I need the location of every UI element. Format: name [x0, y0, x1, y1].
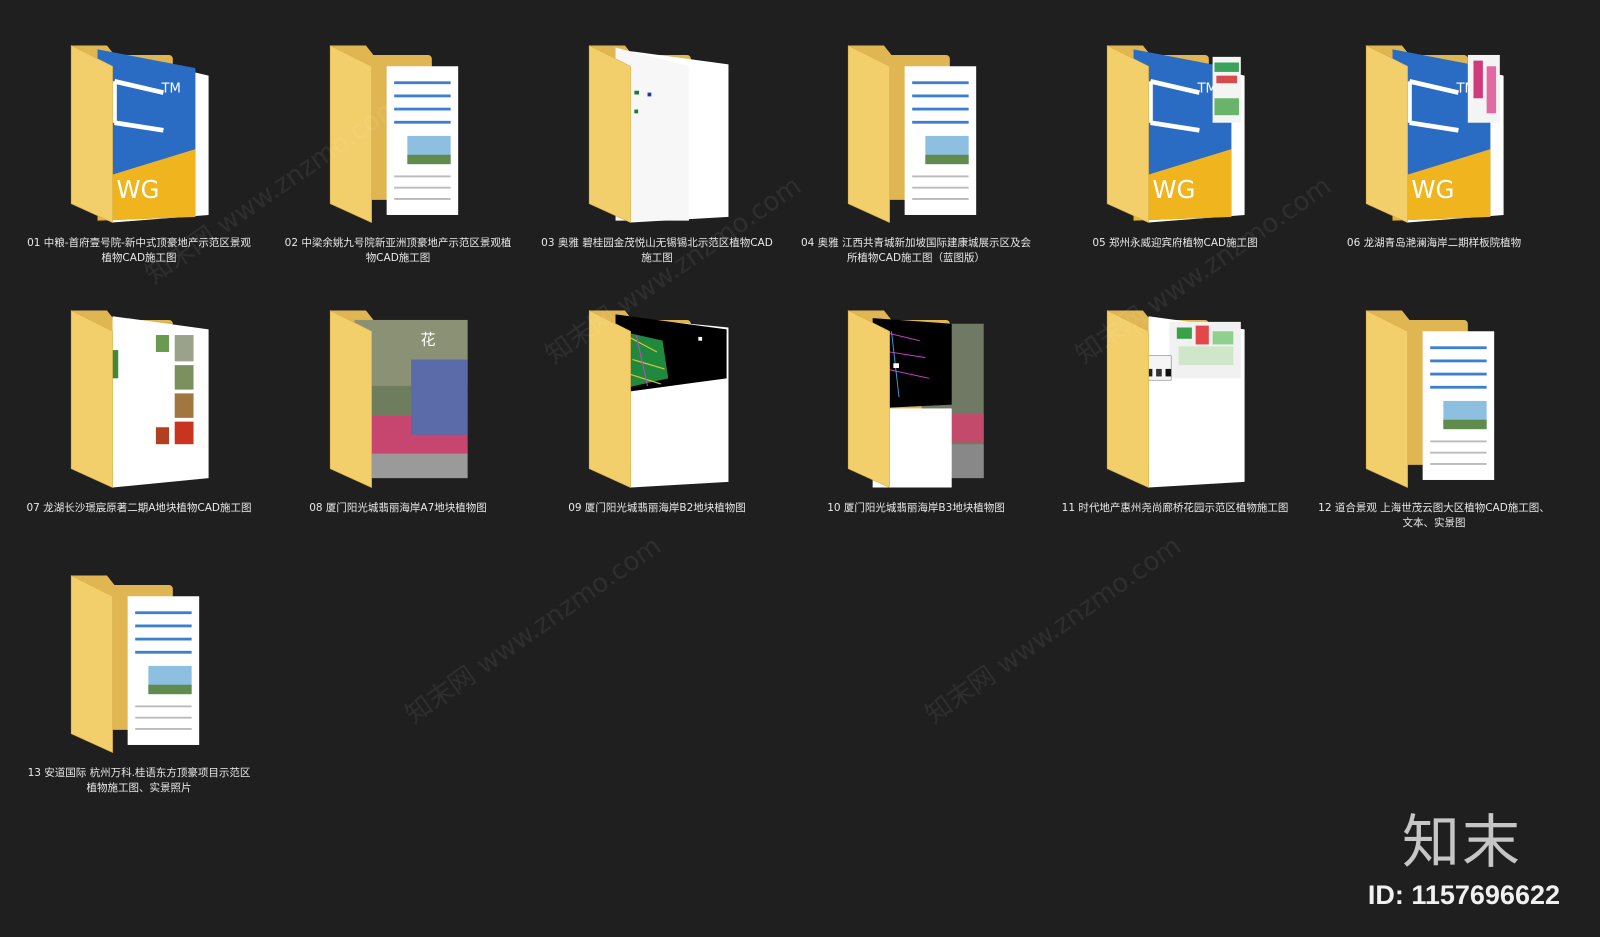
- watermark-id: ID: 1157696622: [1367, 880, 1560, 910]
- folder-icon: [576, 297, 736, 502]
- folder-icon: [576, 32, 736, 237]
- folder-icon: [1094, 297, 1254, 502]
- folder-icon: TM WG: [1353, 32, 1513, 237]
- folder-label: 05 郑州永威迎宾府植物CAD施工图: [1092, 237, 1258, 249]
- folder-item[interactable]: TM WG 06 龙湖青岛滟澜海岸二期样板院植物: [1308, 32, 1558, 292]
- folder-icon: [835, 32, 995, 237]
- svg-text:花: 花: [421, 330, 436, 348]
- svg-text:TM: TM: [161, 82, 181, 97]
- folder-icon: [1353, 297, 1513, 502]
- folder-label: 04 奥雅 江西共青城新加坡国际建康城展示区及会所植物CAD施工图（蓝图版）: [800, 237, 1032, 264]
- folder-item[interactable]: 03 奥雅 碧桂园金茂悦山无锡锡北示范区植物CAD施工图: [531, 32, 781, 292]
- folder-label: 07 龙湖长沙璟宸原著二期A地块植物CAD施工图: [26, 502, 252, 514]
- watermark-brand: 知末: [1401, 808, 1522, 876]
- folder-item[interactable]: 13 安道国际 杭州万科.桂语东方顶豪项目示范区植物施工图、实景照片: [13, 562, 263, 822]
- folder-label: 13 安道国际 杭州万科.桂语东方顶豪项目示范区植物施工图、实景照片: [27, 767, 251, 794]
- folder-label: 08 厦门阳光城翡丽海岸A7地块植物图: [309, 502, 487, 514]
- folder-item[interactable]: 02 中梁余姚九号院新亚洲顶豪地产示范区景观植物CAD施工图: [272, 32, 522, 292]
- folder-item[interactable]: 10 厦门阳光城翡丽海岸B3地块植物图: [790, 297, 1040, 557]
- folder-label: 03 奥雅 碧桂园金茂悦山无锡锡北示范区植物CAD施工图: [541, 237, 773, 264]
- folder-item[interactable]: 04 奥雅 江西共青城新加坡国际建康城展示区及会所植物CAD施工图（蓝图版）: [790, 32, 1040, 292]
- folder-label: 11 时代地产惠州尧尚廊桥花园示范区植物施工图: [1061, 502, 1289, 514]
- folder-label: 09 厦门阳光城翡丽海岸B2地块植物图: [568, 502, 746, 514]
- svg-text:WG: WG: [1411, 175, 1454, 204]
- folder-item[interactable]: 09 厦门阳光城翡丽海岸B2地块植物图: [531, 297, 781, 557]
- folder-label: 06 龙湖青岛滟澜海岸二期样板院植物: [1346, 237, 1522, 249]
- folder-item[interactable]: 12 道合景观 上海世茂云图大区植物CAD施工图、文本、实景图: [1308, 297, 1558, 557]
- folder-icon: TM WG: [58, 32, 218, 237]
- folder-icon: [58, 562, 218, 767]
- folder-item[interactable]: TM WG 01 中粮-首府壹号院-新中式顶豪地产示范区景观植物CAD施工图: [13, 32, 263, 292]
- folder-icon: 花: [317, 297, 477, 502]
- svg-text:WG: WG: [1152, 175, 1195, 204]
- folder-icon: [58, 297, 218, 502]
- folder-item[interactable]: TM WG 05 郑州永威迎宾府植物CAD施工图: [1049, 32, 1299, 292]
- folder-icon: [835, 297, 995, 502]
- folder-label: 02 中梁余姚九号院新亚洲顶豪地产示范区景观植物CAD施工图: [284, 237, 512, 264]
- folder-grid: TM WG 01 中粮-首府壹号院-新中式顶豪地产示范区景观植物CAD施工图 0…: [0, 0, 1600, 937]
- folder-item[interactable]: 花 08 厦门阳光城翡丽海岸A7地块植物图: [272, 297, 522, 557]
- folder-label: 01 中粮-首府壹号院-新中式顶豪地产示范区景观植物CAD施工图: [27, 237, 251, 264]
- folder-item[interactable]: 07 龙湖长沙璟宸原著二期A地块植物CAD施工图: [13, 297, 263, 557]
- folder-icon: TM WG: [1094, 32, 1254, 237]
- folder-icon: [317, 32, 477, 237]
- folder-item[interactable]: 11 时代地产惠州尧尚廊桥花园示范区植物施工图: [1049, 297, 1299, 557]
- folder-label: 12 道合景观 上海世茂云图大区植物CAD施工图、文本、实景图: [1318, 502, 1550, 529]
- folder-label: 10 厦门阳光城翡丽海岸B3地块植物图: [827, 502, 1005, 514]
- svg-text:WG: WG: [116, 175, 159, 204]
